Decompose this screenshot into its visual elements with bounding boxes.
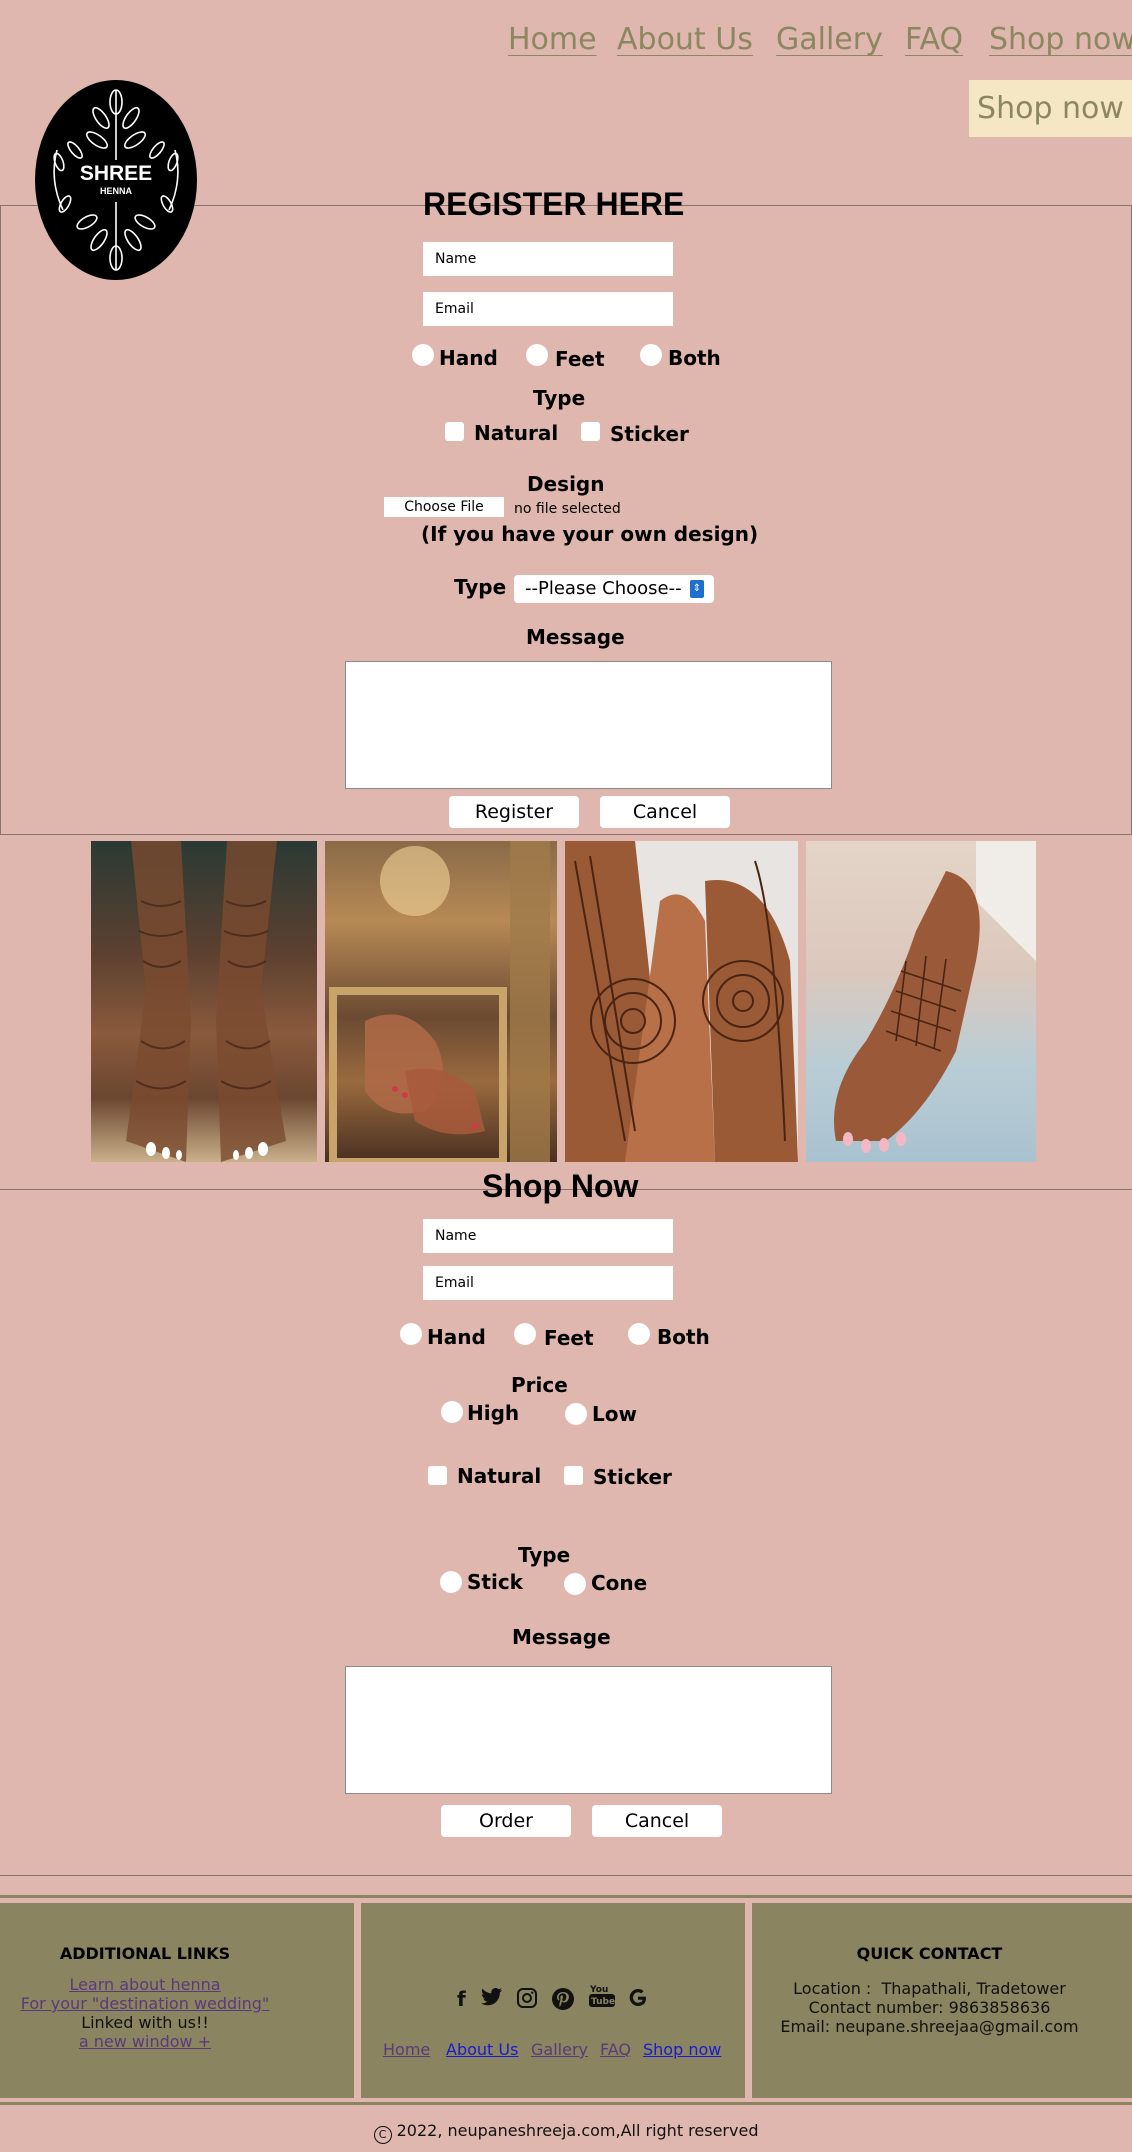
shop-radio-stick[interactable] [440,1571,462,1593]
nav-shop-link[interactable]: Shop now [989,22,1132,57]
register-check-sticker[interactable] [581,422,600,441]
shop-cancel-button[interactable]: Cancel [592,1805,722,1837]
nav-gallery-link[interactable]: Gallery [776,22,883,57]
register-check-sticker-label: Sticker [610,422,689,446]
shop-radio-stick-label: Stick [467,1570,523,1594]
footer-nav-about[interactable]: About Us [446,2040,518,2059]
copyright-icon: C [373,2126,392,2144]
shop-radio-hand[interactable] [400,1323,422,1345]
shop-check-natural[interactable] [428,1466,447,1485]
links-title: ADDITIONAL LINKS [59,1944,231,1963]
footer-nav-home[interactable]: Home [383,2040,430,2059]
register-cancel-button[interactable]: Cancel [600,796,730,828]
svg-text:Tube: Tube [591,1997,615,2007]
twitter-icon[interactable] [481,1987,503,2012]
register-radio-hand[interactable] [412,344,434,366]
pinterest-icon[interactable] [551,1987,575,2016]
register-title: REGISTER HERE [423,186,685,222]
shop-now-button[interactable]: Shop now [969,80,1132,137]
shop-price-label: Price [511,1373,568,1397]
logo-sub: HENNA [99,186,132,196]
new-window-link[interactable]: a new window + [79,2032,211,2051]
register-radio-both-label: Both [668,346,721,370]
copyright-line: C 2022, neupaneshreeja.com,All right res… [0,2121,1132,2144]
shree-henna-logo: SHREE HENNA [35,80,197,280]
no-file-text: no file selected [514,501,621,517]
footer-nav-faq[interactable]: FAQ [600,2040,631,2059]
google-icon[interactable] [627,1987,649,2014]
register-name-input[interactable]: Name [423,242,673,276]
henna-feet-mirror-photo [325,841,557,1162]
choose-file-button[interactable]: Choose File [384,497,504,517]
logo-name: SHREE [79,162,153,185]
youtube-icon[interactable]: You Tube [589,1983,615,2014]
shop-radio-high[interactable] [441,1401,463,1423]
shop-radio-both[interactable] [628,1323,650,1345]
shop-title: Shop Now [482,1168,639,1204]
register-message-label: Message [526,625,625,649]
henna-feet-photo [91,841,317,1162]
register-type-label: Type [533,386,586,410]
henna-hands-pink-nails-photo [806,841,1036,1162]
register-check-natural-label: Natural [474,421,559,445]
contact-email: Email: neupane.shreejaa@gmail.com [780,2017,1079,2036]
learn-henna-link[interactable]: Learn about henna [69,1975,220,1994]
type-select-value: --Please Choose-- [525,578,682,599]
shop-radio-cone[interactable] [564,1573,586,1595]
footer-nav-shop[interactable]: Shop now [643,2040,721,2059]
contact-title: QUICK CONTACT [856,1944,1003,1963]
shop-message-textarea[interactable] [345,1666,832,1794]
shop-check-natural-label: Natural [457,1464,542,1488]
instagram-icon[interactable] [516,1987,538,2014]
register-message-textarea[interactable] [345,661,832,789]
design-note: (If you have your own design) [421,522,759,546]
linked-text: Linked with us!! [81,2013,209,2032]
footer-bottom-band [0,2102,1132,2105]
copyright-text: 2022, neupaneshreeja.com,All right reser… [396,2121,759,2140]
footer-top-band [0,1895,1132,1898]
nav-faq-link[interactable]: FAQ [905,22,963,57]
shop-message-label: Message [512,1625,611,1649]
register-radio-feet-label: Feet [555,347,605,371]
shop-check-sticker[interactable] [564,1466,583,1485]
destination-wedding-link[interactable]: For your "destination wedding" [21,1994,270,2013]
nav-home-link[interactable]: Home [508,22,597,57]
henna-hands-mandala-photo [565,841,798,1162]
shop-radio-feet-label: Feet [544,1326,594,1350]
footer-divider-top [0,1875,1132,1876]
nav-about-link[interactable]: About Us [617,22,753,57]
register-radio-both[interactable] [640,344,662,366]
contact-location: Location : Thapathali, Tradetower [793,1979,1066,1998]
shop-radio-low-label: Low [592,1402,637,1426]
register-button[interactable]: Register [449,796,579,828]
shop-email-input[interactable]: Email [423,1266,673,1300]
register-email-input[interactable]: Email [423,292,673,326]
shop-type-label: Type [518,1543,571,1567]
shop-radio-cone-label: Cone [591,1571,648,1595]
shop-name-input[interactable]: Name [423,1219,673,1253]
footer-contact-column: QUICK CONTACT Location : Thapathali, Tra… [752,1903,1132,2098]
register-radio-hand-label: Hand [439,346,498,370]
register-design-label: Design [527,472,605,496]
footer-nav-gallery[interactable]: Gallery [531,2040,588,2059]
register-select-label: Type [454,575,507,599]
shop-radio-high-label: High [467,1401,520,1425]
select-arrows-icon: ⇕ [690,580,704,598]
register-check-natural[interactable] [445,422,464,441]
order-button[interactable]: Order [441,1805,571,1837]
type-select[interactable]: --Please Choose-- ⇕ [514,575,714,603]
shop-radio-hand-label: Hand [427,1325,486,1349]
shop-check-sticker-label: Sticker [593,1465,672,1489]
shop-radio-feet[interactable] [514,1323,536,1345]
shop-radio-both-label: Both [657,1325,710,1349]
register-radio-feet[interactable] [526,344,548,366]
contact-phone: Contact number: 9863858636 [808,1998,1051,2017]
footer-links-column: ADDITIONAL LINKS Learn about henna For y… [0,1903,354,2098]
facebook-icon[interactable]: f [457,1987,466,2011]
svg-text:You: You [589,1985,608,1995]
shop-radio-low[interactable] [565,1403,587,1425]
